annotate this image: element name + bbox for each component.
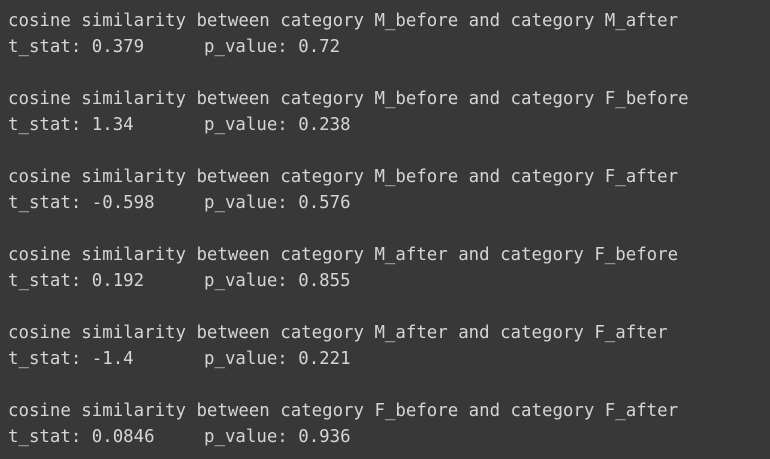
result-block: cosine similarity between category M_bef… <box>8 164 770 216</box>
p-value-value: p_value: 0.72 <box>204 37 341 57</box>
result-block: cosine similarity between category M_aft… <box>8 320 770 372</box>
result-block: cosine similarity between category M_bef… <box>8 8 770 60</box>
stat-line: t_stat: 0.379 p_value: 0.72 <box>8 34 770 60</box>
t-stat-value: t_stat: 0.192 <box>8 271 145 291</box>
console-output-panel: cosine similarity between category M_bef… <box>0 0 770 459</box>
p-value-value: p_value: 0.576 <box>204 193 351 213</box>
comparison-heading: cosine similarity between category M_bef… <box>8 167 679 187</box>
comparison-heading: cosine similarity between category M_aft… <box>8 245 679 265</box>
comparison-heading: cosine similarity between category M_bef… <box>8 11 679 31</box>
result-block: cosine similarity between category F_bef… <box>8 398 770 450</box>
stat-line: t_stat: 0.192 p_value: 0.855 <box>8 268 770 294</box>
result-block: cosine similarity between category M_bef… <box>8 86 770 138</box>
p-value-value: p_value: 0.936 <box>204 427 351 447</box>
p-value-value: p_value: 0.238 <box>204 115 351 135</box>
comparison-heading: cosine similarity between category M_aft… <box>8 323 668 343</box>
t-stat-value: t_stat: -0.598 <box>8 193 155 213</box>
comparison-heading: cosine similarity between category F_bef… <box>8 401 679 421</box>
result-block: cosine similarity between category M_aft… <box>8 242 770 294</box>
t-stat-value: t_stat: 1.34 <box>8 115 134 135</box>
comparison-heading: cosine similarity between category M_bef… <box>8 89 689 109</box>
stat-line: t_stat: 0.0846 p_value: 0.936 <box>8 424 770 450</box>
stat-line: t_stat: -1.4 p_value: 0.221 <box>8 346 770 372</box>
stat-line: t_stat: 1.34 p_value: 0.238 <box>8 112 770 138</box>
p-value-value: p_value: 0.221 <box>204 349 351 369</box>
t-stat-value: t_stat: 0.0846 <box>8 427 155 447</box>
stat-line: t_stat: -0.598 p_value: 0.576 <box>8 190 770 216</box>
t-stat-value: t_stat: 0.379 <box>8 37 145 57</box>
t-stat-value: t_stat: -1.4 <box>8 349 134 369</box>
p-value-value: p_value: 0.855 <box>204 271 351 291</box>
